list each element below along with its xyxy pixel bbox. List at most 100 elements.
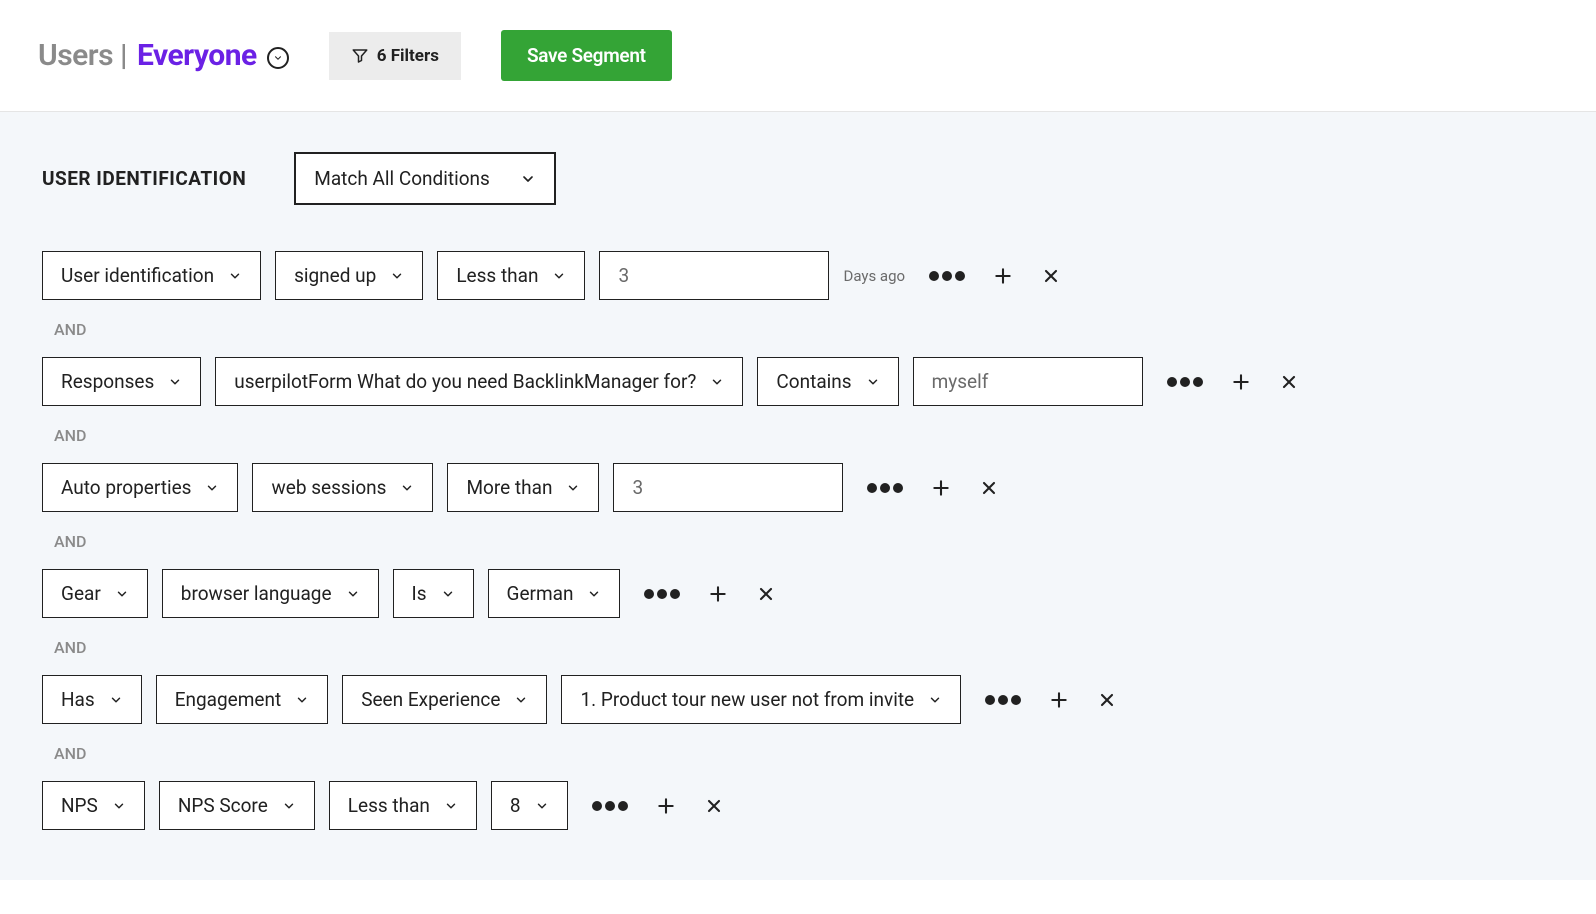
page-title-prefix: Users | <box>38 38 127 73</box>
select-value: signed up <box>294 264 376 287</box>
value-input[interactable] <box>599 251 829 300</box>
select-value: Engagement <box>175 688 282 711</box>
property-select[interactable]: web sessions <box>252 463 433 512</box>
more-button[interactable] <box>592 801 628 811</box>
chevron-down-icon <box>390 269 404 283</box>
more-button[interactable] <box>929 271 965 281</box>
remove-button[interactable] <box>1097 690 1117 710</box>
row-actions <box>929 266 1061 286</box>
chevron-down-icon <box>295 693 309 707</box>
value-select[interactable]: 1. Product tour new user not from invite <box>561 675 961 724</box>
chevron-down-icon <box>928 693 942 707</box>
value-select[interactable]: 8 <box>491 781 568 830</box>
property-select[interactable]: Engagement <box>156 675 329 724</box>
segment-dropdown-toggle[interactable] <box>267 47 289 69</box>
add-button[interactable] <box>708 584 728 604</box>
attribute-select[interactable]: Gear <box>42 569 148 618</box>
page-title-group: Users | Everyone <box>38 38 289 73</box>
select-value: User identification <box>61 264 214 287</box>
operator-select[interactable]: Less than <box>437 251 585 300</box>
select-value: web sessions <box>271 476 386 499</box>
add-button[interactable] <box>1049 690 1069 710</box>
value-select[interactable]: German <box>488 569 621 618</box>
chevron-down-icon <box>866 375 880 389</box>
remove-button[interactable] <box>704 796 724 816</box>
plus-icon <box>1049 690 1069 710</box>
operator-select[interactable]: Is <box>393 569 474 618</box>
select-value: userpilotForm What do you need BacklinkM… <box>234 370 696 393</box>
chevron-down-icon <box>282 799 296 813</box>
select-value: Less than <box>456 264 538 287</box>
remove-button[interactable] <box>1279 372 1299 392</box>
attribute-select[interactable]: Has <box>42 675 142 724</box>
chevron-down-icon <box>346 587 360 601</box>
chevron-down-icon <box>112 799 126 813</box>
filters-button[interactable]: 6 Filters <box>329 32 461 80</box>
value-input[interactable] <box>913 357 1143 406</box>
and-divider: AND <box>42 416 1554 463</box>
filter-row: Auto properties web sessions More than <box>42 463 1554 512</box>
save-segment-button[interactable]: Save Segment <box>501 30 672 81</box>
chevron-down-icon <box>273 53 283 63</box>
attribute-select[interactable]: User identification <box>42 251 261 300</box>
attribute-select[interactable]: Responses <box>42 357 201 406</box>
select-value: More than <box>466 476 552 499</box>
filters-label: 6 Filters <box>377 46 439 66</box>
row-actions <box>867 478 999 498</box>
section-label: USER IDENTIFICATION <box>42 167 246 190</box>
filter-row: Responses userpilotForm What do you need… <box>42 357 1554 406</box>
row-actions <box>592 796 724 816</box>
close-icon <box>1279 372 1299 392</box>
operator-select[interactable]: Seen Experience <box>342 675 547 724</box>
operator-select[interactable]: Less than <box>329 781 477 830</box>
select-value: Gear <box>61 582 101 605</box>
add-button[interactable] <box>931 478 951 498</box>
more-button[interactable] <box>644 589 680 599</box>
remove-button[interactable] <box>1041 266 1061 286</box>
remove-button[interactable] <box>756 584 776 604</box>
select-value: Has <box>61 688 95 711</box>
operator-select[interactable]: Contains <box>757 357 898 406</box>
match-mode-select[interactable]: Match All Conditions <box>294 152 556 205</box>
property-select[interactable]: userpilotForm What do you need BacklinkM… <box>215 357 743 406</box>
and-divider: AND <box>42 628 1554 675</box>
property-select[interactable]: NPS Score <box>159 781 315 830</box>
attribute-select[interactable]: Auto properties <box>42 463 238 512</box>
select-value: Contains <box>776 370 851 393</box>
and-divider: AND <box>42 734 1554 781</box>
close-icon <box>1097 690 1117 710</box>
remove-button[interactable] <box>979 478 999 498</box>
plus-icon <box>1231 372 1251 392</box>
and-divider: AND <box>42 522 1554 569</box>
attribute-select[interactable]: NPS <box>42 781 145 830</box>
add-button[interactable] <box>993 266 1013 286</box>
filter-row: Has Engagement Seen Experience 1. Produc… <box>42 675 1554 724</box>
add-button[interactable] <box>1231 372 1251 392</box>
select-value: 1. Product tour new user not from invite <box>580 688 914 711</box>
more-button[interactable] <box>1167 377 1203 387</box>
select-value: Is <box>412 582 427 605</box>
filters-body: USER IDENTIFICATION Match All Conditions… <box>0 112 1596 880</box>
filter-row: User identification signed up Less than … <box>42 251 1554 300</box>
more-button[interactable] <box>867 483 903 493</box>
select-value: Auto properties <box>61 476 191 499</box>
unit-suffix: Days ago <box>843 267 905 285</box>
select-value: Responses <box>61 370 154 393</box>
property-select[interactable]: browser language <box>162 569 379 618</box>
chevron-down-icon <box>109 693 123 707</box>
value-input[interactable] <box>613 463 843 512</box>
chevron-down-icon <box>168 375 182 389</box>
filter-row: Gear browser language Is German <box>42 569 1554 618</box>
close-icon <box>1041 266 1061 286</box>
select-value: browser language <box>181 582 332 605</box>
chevron-down-icon <box>552 269 566 283</box>
match-mode-value: Match All Conditions <box>314 167 490 190</box>
add-button[interactable] <box>656 796 676 816</box>
row-actions <box>1167 372 1299 392</box>
property-select[interactable]: signed up <box>275 251 423 300</box>
select-value: Seen Experience <box>361 688 500 711</box>
operator-select[interactable]: More than <box>447 463 599 512</box>
chevron-down-icon <box>535 799 549 813</box>
chevron-down-icon <box>400 481 414 495</box>
more-button[interactable] <box>985 695 1021 705</box>
